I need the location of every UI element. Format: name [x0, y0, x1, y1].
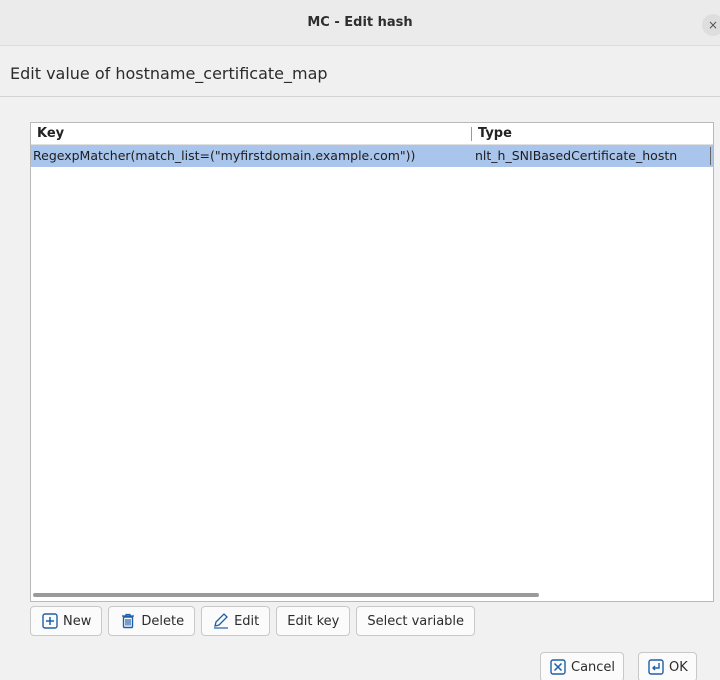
pencil-icon	[212, 612, 230, 630]
title-bar: MC - Edit hash ×	[0, 0, 720, 46]
delete-button-label: Delete	[141, 613, 185, 629]
select-variable-button[interactable]: Select variable	[356, 606, 476, 636]
edit-key-button-label: Edit key	[287, 613, 340, 629]
column-header-key[interactable]: Key	[37, 126, 64, 141]
plus-box-icon	[41, 612, 59, 630]
close-icon: ×	[707, 18, 719, 32]
row-key-cell: RegexpMatcher(match_list=("myfirstdomain…	[33, 148, 416, 163]
new-button-label: New	[63, 613, 92, 629]
x-box-icon	[549, 658, 567, 676]
table-header: Key Type	[31, 123, 713, 145]
new-button[interactable]: New	[30, 606, 103, 636]
ok-button[interactable]: OK	[638, 652, 697, 680]
select-variable-button-label: Select variable	[367, 613, 465, 629]
column-header-type[interactable]: Type	[478, 126, 512, 141]
edit-button[interactable]: Edit	[201, 606, 271, 636]
window-title: MC - Edit hash	[307, 15, 413, 30]
horizontal-scrollbar[interactable]	[33, 593, 539, 597]
row-edge	[710, 147, 711, 165]
dialog-content: Key Type RegexpMatcher(match_list=("myfi…	[0, 98, 720, 680]
table-row[interactable]: RegexpMatcher(match_list=("myfirstdomain…	[31, 145, 713, 167]
trash-icon	[119, 612, 137, 630]
cancel-button-label: Cancel	[571, 659, 616, 675]
hash-table[interactable]: Key Type RegexpMatcher(match_list=("myfi…	[30, 122, 714, 602]
dialog-heading: Edit value of hostname_certificate_map	[10, 64, 328, 83]
column-divider[interactable]	[471, 127, 472, 141]
dialog-header: Edit value of hostname_certificate_map	[0, 47, 720, 97]
close-button[interactable]: ×	[702, 14, 720, 36]
edit-button-label: Edit	[234, 613, 260, 629]
table-actions: New Delete Edit Edit key Select variable	[30, 606, 476, 636]
edit-key-button[interactable]: Edit key	[276, 606, 351, 636]
cancel-button[interactable]: Cancel	[540, 652, 625, 680]
ok-button-label: OK	[669, 659, 688, 675]
delete-button[interactable]: Delete	[108, 606, 196, 636]
row-type-cell: nlt_h_SNIBasedCertificate_hostn	[475, 148, 678, 163]
enter-icon	[647, 658, 665, 676]
dialog-buttons: Cancel OK	[540, 652, 697, 680]
